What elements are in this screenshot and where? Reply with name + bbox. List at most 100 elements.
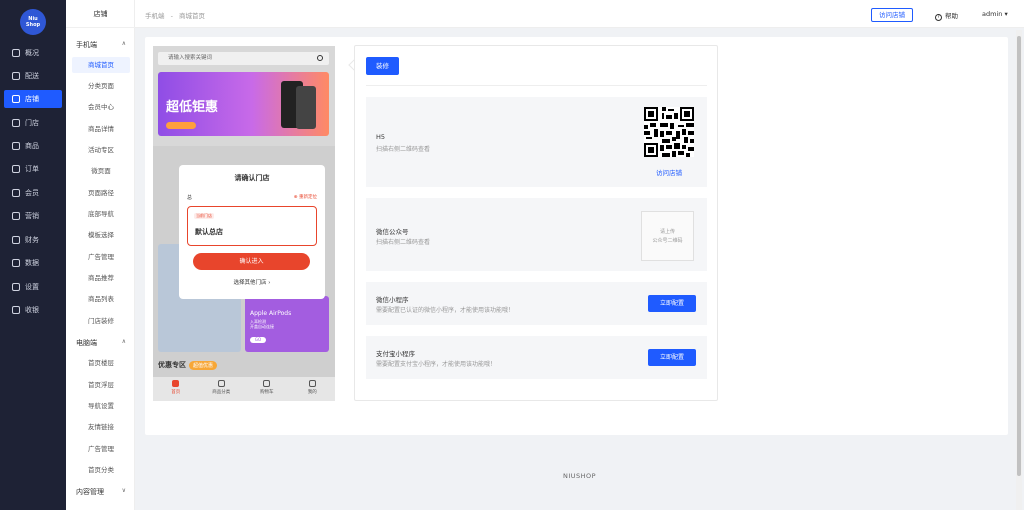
sidebar-item-branch[interactable]: 门店	[4, 114, 62, 132]
sidebar-item-settings[interactable]: 设置	[4, 278, 62, 296]
subnav-item-friend-links[interactable]: 友情链接	[72, 419, 130, 435]
h5-card: H5 扫描右侧二维码查看 访问店铺	[366, 97, 707, 187]
modal-title: 请确认门店	[234, 174, 270, 182]
delivery-icon	[12, 72, 20, 80]
settings-icon	[12, 283, 20, 291]
sidebar-item-store[interactable]: 店铺	[4, 90, 62, 108]
help-link[interactable]: ? 帮助	[935, 10, 958, 21]
member-icon	[12, 189, 20, 197]
subnav-item-pc-category[interactable]: 首页分类	[72, 462, 130, 478]
subnav-title: 店铺	[66, 0, 135, 28]
subnav-item-float[interactable]: 首页浮层	[72, 377, 130, 393]
chevron-right-icon: ›	[268, 280, 271, 286]
store-name: 默认总店	[195, 228, 223, 236]
category-icon	[217, 380, 225, 387]
tab-mine: 我的	[290, 377, 336, 401]
sub-navigation: 店铺 手机端 ∧ 商城首页 分类页面 会员中心 商品详情 活动专区 微页面 页面…	[66, 0, 135, 510]
subnav-item-micro-page[interactable]: 微页面	[72, 163, 130, 179]
chevron-up-icon[interactable]: ∧	[122, 338, 126, 345]
tab-cart: 购物车	[244, 377, 290, 401]
top-bar: 手机端 - 商城首页 访问店铺 ? 帮助 admin ▾	[135, 0, 1024, 28]
caret-down-icon: ▾	[1004, 10, 1008, 18]
data-icon	[12, 259, 20, 267]
choose-other-store-link[interactable]: 选择其他门店 ›	[179, 278, 325, 286]
visit-store-button[interactable]: 访问店铺	[871, 8, 913, 22]
phone-tabbar: 首页 商品分类 购物车 我的	[153, 377, 335, 401]
cashier-icon	[12, 306, 20, 314]
confirm-enter-button[interactable]: 确认进入	[193, 253, 310, 270]
subnav-item-goods-detail[interactable]: 商品详情	[72, 121, 130, 137]
banner-button	[166, 122, 196, 129]
phone-banner: 超低钜惠	[158, 72, 329, 136]
finance-icon	[12, 236, 20, 244]
group-mobile[interactable]: 手机端	[76, 40, 97, 50]
subnav-item-goods-list[interactable]: 商品列表	[72, 291, 130, 307]
user-icon	[308, 380, 316, 387]
sidebar-item-cashier[interactable]: 收银	[4, 301, 62, 319]
group-pc[interactable]: 电脑端	[76, 338, 97, 348]
subnav-item-member-center[interactable]: 会员中心	[72, 99, 130, 115]
tab-category: 商品分类	[199, 377, 245, 401]
subnav-item-pc-ads[interactable]: 广告管理	[72, 441, 130, 457]
alipay-mini-card: 支付宝小程序 需要配置支付宝小程序，才能使用该功能哦！ 立即配置	[366, 336, 707, 379]
subnav-item-nav-settings[interactable]: 导航设置	[72, 398, 130, 414]
scrollbar-thumb[interactable]	[1017, 36, 1021, 476]
subnav-item-category[interactable]: 分类页面	[72, 78, 130, 94]
sidebar-item-overview[interactable]: 概况	[4, 44, 62, 62]
question-icon: ?	[935, 14, 942, 21]
current-store-tag: 当前门店	[194, 213, 214, 219]
user-menu[interactable]: admin ▾	[982, 10, 1008, 18]
dashboard-icon	[12, 49, 20, 57]
decorate-button[interactable]: 装修	[366, 57, 399, 75]
branch-icon	[12, 119, 20, 127]
wechat-official-card: 微信公众号 扫描右侧二维码查看 请上传 公众号二维码	[366, 198, 707, 271]
group-content[interactable]: 内容管理	[76, 487, 104, 497]
qr-code	[644, 107, 694, 157]
store-card[interactable]: 当前门店 默认总店	[187, 206, 317, 246]
subnav-item-activity[interactable]: 活动专区	[72, 142, 130, 158]
modal-location: 总	[187, 195, 193, 201]
breadcrumb-item: 商城首页	[179, 12, 206, 20]
publish-panel: 装修 H5 扫描右侧二维码查看 访问店铺 微信公众号 扫描右侧二维码查看 请上传…	[354, 45, 718, 401]
sale-badge: 超值优惠	[189, 361, 218, 370]
tab-home: 首页	[153, 377, 199, 401]
subnav-item-template[interactable]: 模板选择	[72, 227, 130, 243]
search-icon	[317, 55, 323, 61]
goods-icon	[12, 142, 20, 150]
store-confirm-modal: 请确认门店 总 ⊕ 重新定位 当前门店 默认总店 确认进入 选择其他门店 ›	[179, 165, 325, 299]
sidebar-item-order[interactable]: 订单	[4, 160, 62, 178]
qr-upload-placeholder[interactable]: 请上传 公众号二维码	[641, 211, 694, 261]
subnav-item-home[interactable]: 商城首页	[72, 57, 130, 73]
subnav-item-page-path[interactable]: 页面路径	[72, 185, 130, 201]
sidebar-item-goods[interactable]: 商品	[4, 137, 62, 155]
breadcrumb: 手机端 - 商城首页	[145, 12, 206, 20]
banner-title: 超低钜惠	[166, 100, 219, 115]
main-sidebar: Niu Shop 概况 配送 店铺 门店 商品 订单 会员 营销 财务 数据 设置…	[0, 0, 66, 510]
marketing-icon	[12, 212, 20, 220]
subnav-item-store-decor[interactable]: 门店装修	[72, 313, 130, 329]
cart-icon	[263, 380, 271, 387]
sidebar-item-marketing[interactable]: 营销	[4, 207, 62, 225]
footer-brand: NIUSHOP	[562, 472, 597, 480]
chevron-down-icon[interactable]: ∨	[122, 487, 126, 494]
promo-card-airpods: Apple AirPods 入耳检测 开盖自动连接 GO	[245, 296, 329, 352]
sidebar-item-data[interactable]: 数据	[4, 254, 62, 272]
relocate-link[interactable]: ⊕ 重新定位	[294, 194, 317, 200]
subnav-item-bottom-nav[interactable]: 底部导航	[72, 206, 130, 222]
logo[interactable]: Niu Shop	[20, 9, 46, 35]
sale-section-title: 优惠专区 超值优惠	[158, 360, 329, 374]
sidebar-item-delivery[interactable]: 配送	[4, 67, 62, 85]
configure-mini-button[interactable]: 立即配置	[648, 295, 696, 312]
subnav-item-recommend[interactable]: 商品推荐	[72, 270, 130, 286]
h5-visit-store-link[interactable]: 访问店铺	[644, 167, 694, 177]
order-icon	[12, 165, 20, 173]
subnav-item-floor[interactable]: 首页楼层	[72, 355, 130, 371]
subnav-item-ads[interactable]: 广告管理	[72, 249, 130, 265]
configure-alipay-button[interactable]: 立即配置	[648, 349, 696, 366]
divider	[366, 85, 707, 86]
main-content: 请输入搜索关键词 超低钜惠 Apple AirPods 入耳检测 开盖自动连接 …	[145, 37, 1008, 435]
chevron-up-icon[interactable]: ∧	[122, 40, 126, 47]
sidebar-item-member[interactable]: 会员	[4, 184, 62, 202]
sidebar-item-finance[interactable]: 财务	[4, 231, 62, 249]
breadcrumb-item[interactable]: 手机端	[145, 12, 165, 20]
